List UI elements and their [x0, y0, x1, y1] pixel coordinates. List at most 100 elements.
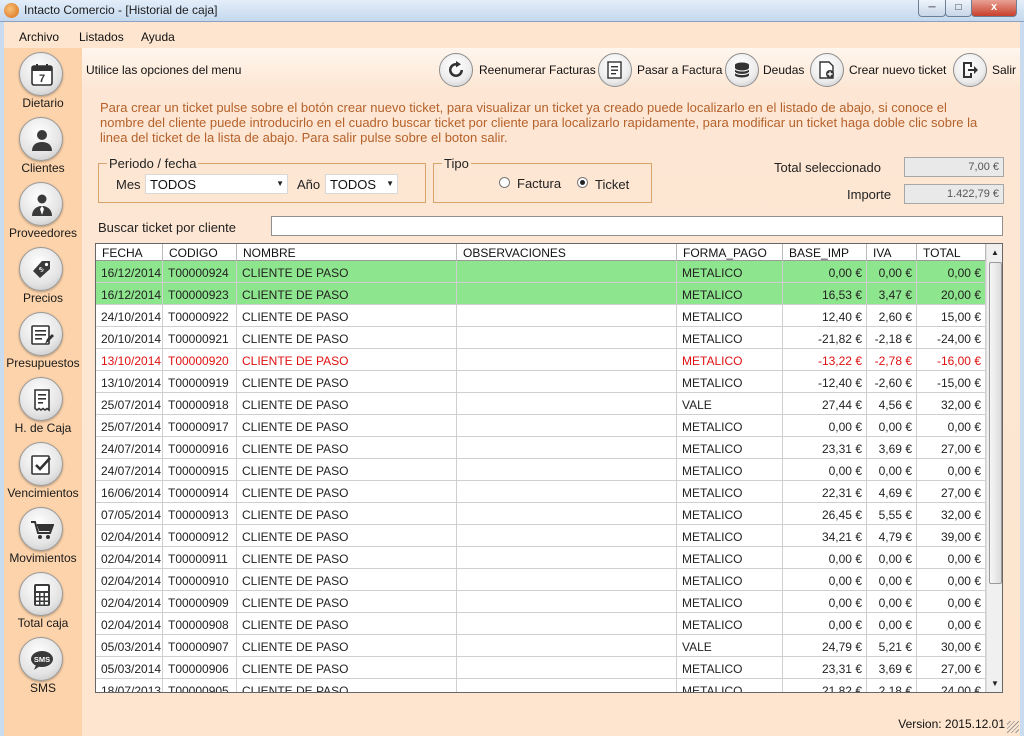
table-row[interactable]: 05/03/2014 T00000907 CLIENTE DE PASO VALE 24… [96, 635, 986, 657]
radio-ticket-circle[interactable] [577, 177, 588, 188]
new-ticket-button[interactable]: Crear nuevo ticket [810, 51, 948, 89]
cell-codigo: T00000909 [163, 591, 237, 613]
table-row[interactable]: 13/10/2014 T00000920 CLIENTE DE PASO METALI… [96, 349, 986, 371]
scroll-down-button[interactable]: ▼ [987, 675, 1002, 692]
to-invoice-button[interactable]: Pasar a Factura [598, 51, 722, 89]
cell-iva: 0,00 € [867, 547, 917, 569]
type-radio-factura[interactable]: Factura [496, 166, 571, 191]
cell-iva: 0,00 € [867, 261, 917, 283]
cell-nombre: CLIENTE DE PASO [237, 327, 457, 349]
menu-archivo[interactable]: Archivo [19, 30, 59, 44]
maximize-button[interactable]: □ [945, 0, 972, 17]
table-row[interactable]: 07/05/2014 T00000913 CLIENTE DE PASO METALI… [96, 503, 986, 525]
sidebar-item-proveedores[interactable]: Proveedores [4, 178, 82, 242]
table-row[interactable]: 24/07/2014 T00000915 CLIENTE DE PASO METALI… [96, 459, 986, 481]
table-row[interactable]: 13/10/2014 T00000919 CLIENTE DE PASO METALI… [96, 371, 986, 393]
type-radio-ticket[interactable]: Ticket [574, 166, 644, 192]
renumber-invoices-button[interactable]: Reenumerar Facturas [439, 51, 596, 89]
amount-value: 1.422,79 € [904, 184, 1004, 204]
sidebar-item-sms[interactable]: SMS SMS [4, 633, 82, 697]
exit-label: Salir [992, 63, 1017, 77]
sidebar-item-h-de-caja[interactable]: H. de Caja [4, 373, 82, 437]
col-fecha[interactable]: FECHA [96, 244, 163, 261]
cell-codigo: T00000924 [163, 261, 237, 283]
exit-button[interactable]: Salir [953, 51, 1017, 89]
sidebar-item-precios[interactable]: $ Precios [4, 243, 82, 307]
cell-codigo: T00000913 [163, 503, 237, 525]
cell-iva: 0,00 € [867, 591, 917, 613]
cell-observaciones [457, 459, 677, 481]
cell-total: -24,00 € [917, 327, 986, 349]
table-row[interactable]: 18/07/2013 T00000905 CLIENTE DE PASO METALI… [96, 679, 986, 692]
sidebar-item-presupuestos[interactable]: Presupuestos [4, 308, 82, 372]
table-row[interactable]: 24/07/2014 T00000916 CLIENTE DE PASO METALI… [96, 437, 986, 459]
col-nombre[interactable]: NOMBRE [237, 244, 457, 261]
col-total[interactable]: TOTAL [917, 244, 986, 261]
table-row[interactable]: 02/04/2014 T00000910 CLIENTE DE PASO METALI… [96, 569, 986, 591]
table-row[interactable]: 16/06/2014 T00000914 CLIENTE DE PASO METALI… [96, 481, 986, 503]
table-row[interactable]: 20/10/2014 T00000921 CLIENTE DE PASO METALI… [96, 327, 986, 349]
col-base-imp[interactable]: BASE_IMP [783, 244, 867, 261]
resize-grip-icon[interactable] [1007, 721, 1019, 733]
cell-iva: 5,21 € [867, 635, 917, 657]
cell-total: 27,00 € [917, 481, 986, 503]
table-row[interactable]: 02/04/2014 T00000908 CLIENTE DE PASO METALI… [96, 613, 986, 635]
app-icon[interactable] [4, 3, 19, 18]
col-observaciones[interactable]: OBSERVACIONES [457, 244, 677, 261]
table-row[interactable]: 02/04/2014 T00000912 CLIENTE DE PASO METALI… [96, 525, 986, 547]
cell-base-imp: 0,00 € [783, 459, 867, 481]
cell-base-imp: -13,22 € [783, 349, 867, 371]
cell-fecha: 20/10/2014 [96, 327, 163, 349]
table-row[interactable]: 02/04/2014 T00000909 CLIENTE DE PASO METALI… [96, 591, 986, 613]
sidebar-item-clientes[interactable]: Clientes [4, 113, 82, 177]
col-forma-pago[interactable]: FORMA_PAGO [677, 244, 783, 261]
debts-button[interactable]: Deudas [725, 51, 805, 89]
scroll-up-button[interactable]: ▲ [987, 244, 1002, 261]
cell-forma-pago: METALICO [677, 569, 783, 591]
table-body: 16/12/2014 T00000924 CLIENTE DE PASO METALI… [96, 261, 986, 692]
sidebar-item-vencimientos[interactable]: Vencimientos [4, 438, 82, 502]
cell-codigo: T00000911 [163, 547, 237, 569]
cell-observaciones [457, 393, 677, 415]
sidebar-label-h-de-caja: H. de Caja [14, 421, 72, 435]
year-select[interactable]: TODOS ▼ [325, 174, 398, 194]
menu-listados[interactable]: Listados [79, 30, 124, 44]
cell-total: 20,00 € [917, 283, 986, 305]
cell-total: 0,00 € [917, 415, 986, 437]
col-codigo[interactable]: CODIGO [163, 244, 237, 261]
renumber-invoices-label: Reenumerar Facturas [479, 63, 596, 77]
cell-forma-pago: METALICO [677, 371, 783, 393]
close-button[interactable]: x [971, 0, 1017, 17]
cell-observaciones [457, 415, 677, 437]
cell-forma-pago: METALICO [677, 305, 783, 327]
minimize-button[interactable]: ─ [918, 0, 946, 17]
sidebar-item-total-caja[interactable]: Total caja [4, 568, 82, 632]
search-input[interactable] [271, 216, 1003, 236]
period-legend: Periodo / fecha [109, 156, 197, 171]
table-row[interactable]: 16/12/2014 T00000923 CLIENTE DE PASO METALI… [96, 283, 986, 305]
table-row[interactable]: 25/07/2014 T00000918 CLIENTE DE PASO VALE 27… [96, 393, 986, 415]
table-row[interactable]: 02/04/2014 T00000911 CLIENTE DE PASO METALI… [96, 547, 986, 569]
radio-factura-circle[interactable] [499, 177, 510, 188]
cell-fecha: 02/04/2014 [96, 569, 163, 591]
col-iva[interactable]: IVA [867, 244, 917, 261]
sms-icon: SMS [19, 637, 63, 681]
table-row[interactable]: 24/10/2014 T00000922 CLIENTE DE PASO METALI… [96, 305, 986, 327]
cell-nombre: CLIENTE DE PASO [237, 503, 457, 525]
total-selected-label: Total seleccionado [774, 160, 881, 175]
sidebar-item-movimientos[interactable]: Movimientos [4, 503, 82, 567]
cell-iva: 4,56 € [867, 393, 917, 415]
vertical-scrollbar[interactable]: ▲ ▼ [986, 244, 1002, 692]
cell-codigo: T00000921 [163, 327, 237, 349]
menu-ayuda[interactable]: Ayuda [141, 30, 175, 44]
month-select[interactable]: TODOS ▼ [145, 174, 288, 194]
cell-forma-pago: VALE [677, 393, 783, 415]
scroll-thumb[interactable] [989, 262, 1002, 584]
cell-fecha: 24/10/2014 [96, 305, 163, 327]
table-row[interactable]: 25/07/2014 T00000917 CLIENTE DE PASO METALI… [96, 415, 986, 437]
cell-forma-pago: METALICO [677, 415, 783, 437]
sidebar-item-dietario[interactable]: 7 Dietario [4, 48, 82, 112]
table-row[interactable]: 16/12/2014 T00000924 CLIENTE DE PASO METALI… [96, 261, 986, 283]
radio-ticket-label: Ticket [595, 177, 630, 192]
table-row[interactable]: 05/03/2014 T00000906 CLIENTE DE PASO METALI… [96, 657, 986, 679]
